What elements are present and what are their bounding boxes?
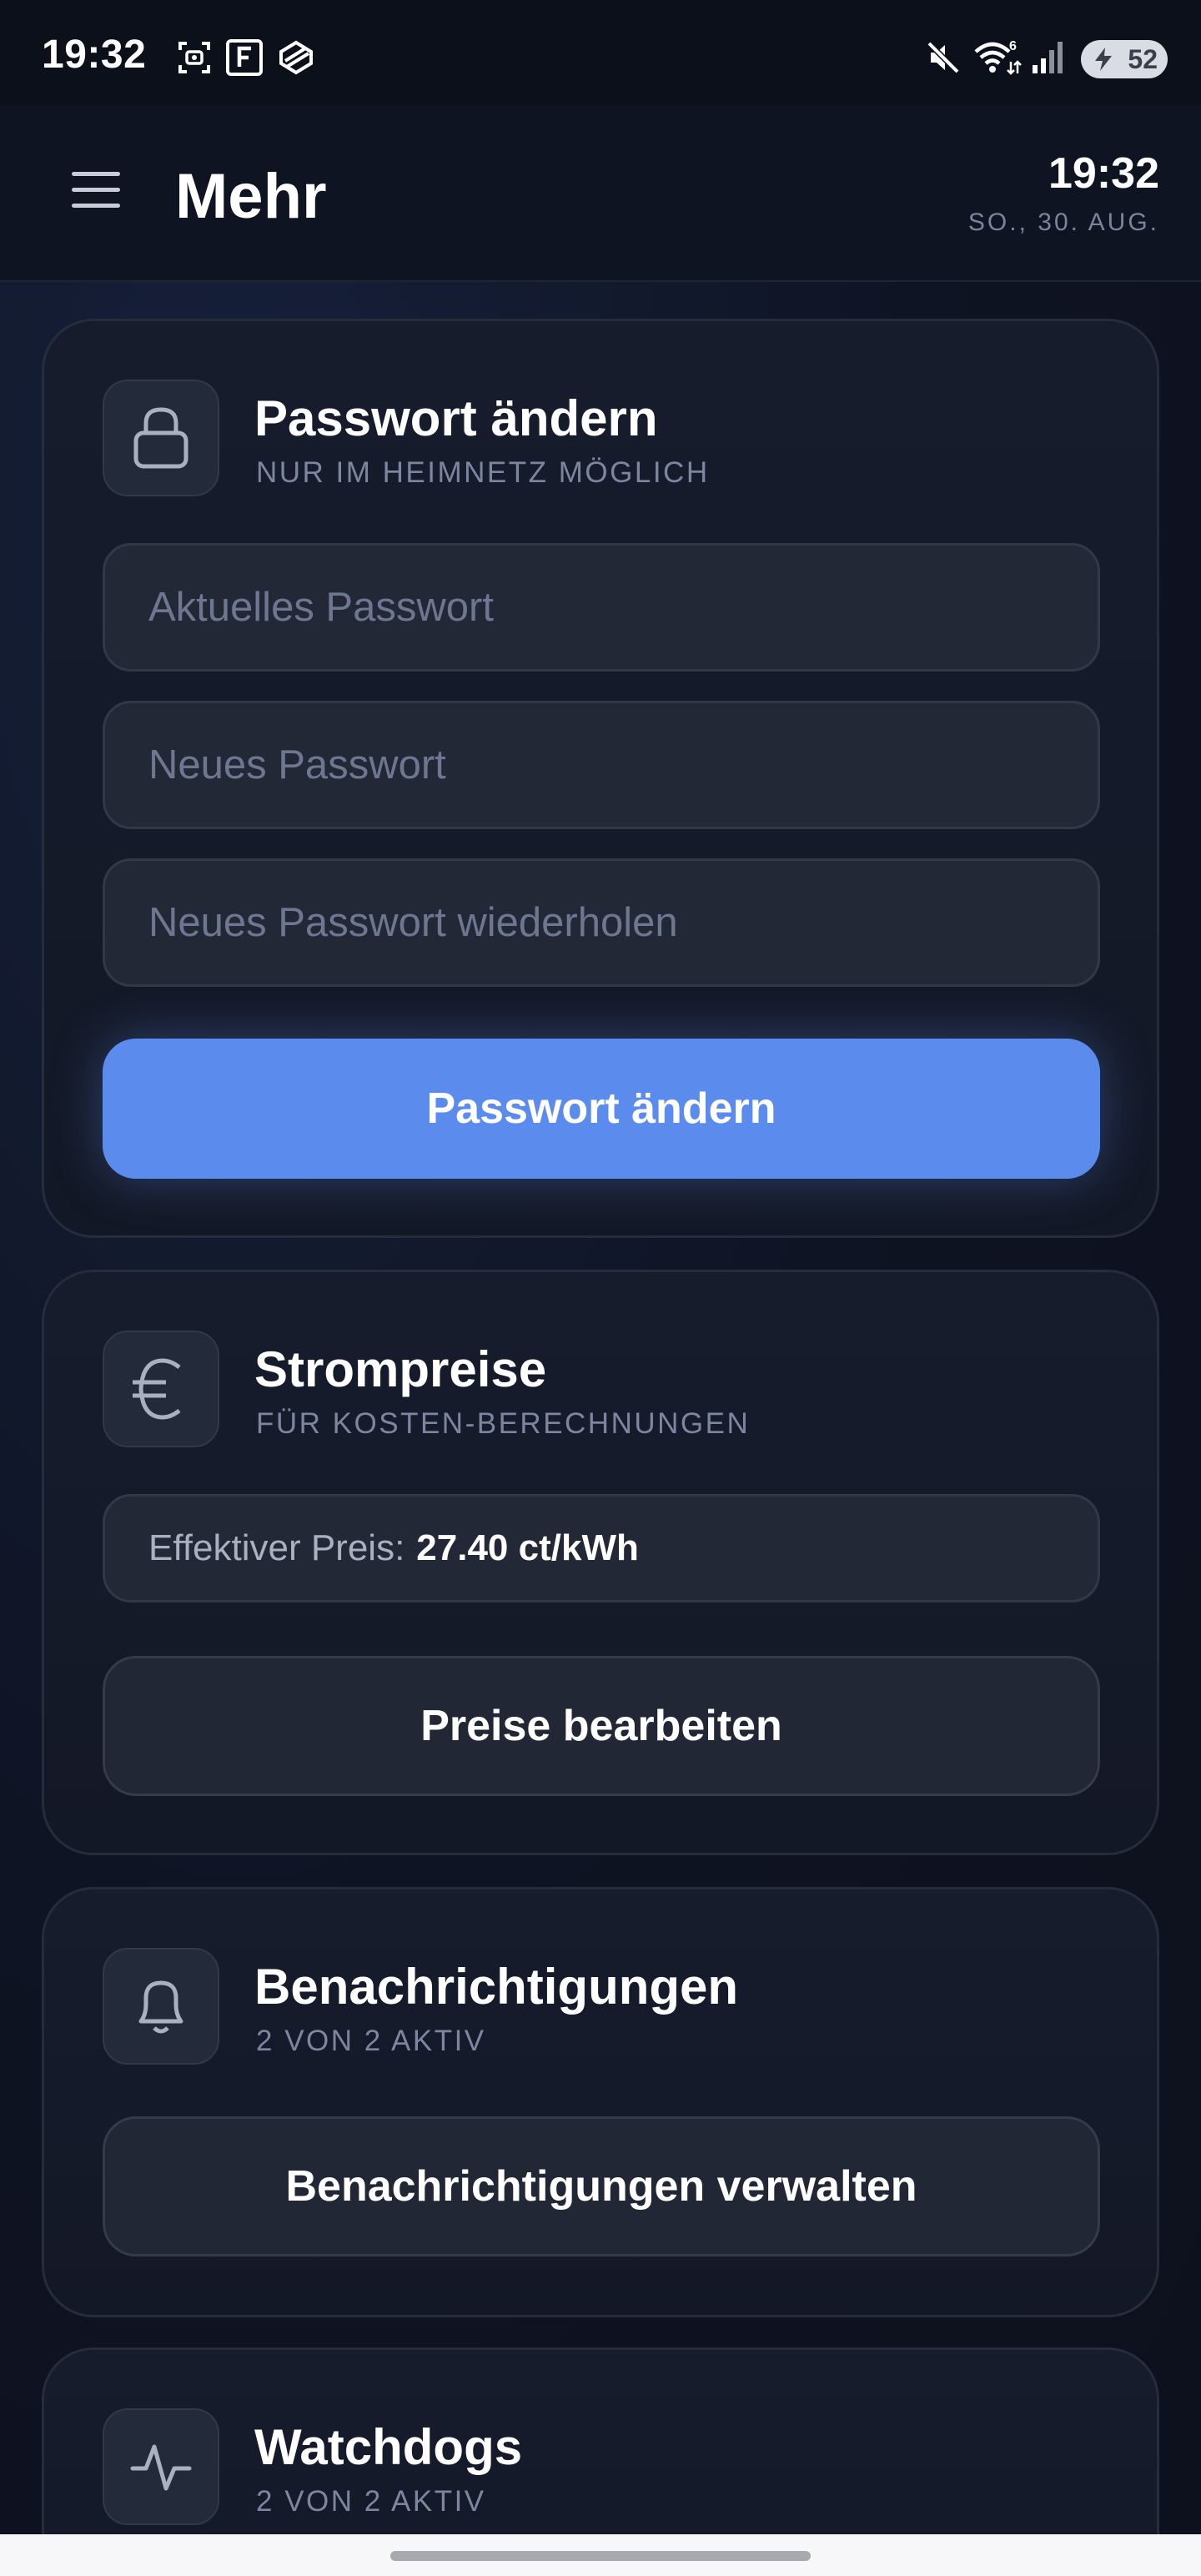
notifications-card-title: Benachrichtigungen [254,1959,739,2015]
password-card: Passwort ändern NUR IM HEIMNETZ MÖGLICH … [42,319,1159,1238]
status-bar: 19:32 6 52 [0,0,1201,105]
notifications-card-subtitle: 2 VON 2 AKTIV [256,2025,486,2057]
password-card-icon [103,380,219,496]
euro-icon [133,1358,181,1420]
price-card-icon [103,1331,219,1447]
lock-icon [133,407,188,469]
watchdogs-card-subtitle: 2 VON 2 AKTIV [256,2485,486,2518]
header-date: SO., 30. AUG. [967,209,1159,236]
notifications-card: Benachrichtigungen 2 VON 2 AKTIV Benachr… [42,1887,1159,2317]
watchdogs-card-title: Watchdogs [254,2419,523,2475]
menu-icon [72,172,120,176]
battery-level: 52 [1128,43,1158,74]
edit-prices-button[interactable]: Preise bearbeiten [103,1656,1100,1796]
home-handle[interactable] [390,2551,811,2561]
repeat-password-field[interactable]: Neues Passwort wiederholen [103,858,1100,987]
wifi-icon: 6 [974,39,1022,75]
password-card-title: Passwort ändern [254,390,658,446]
wifi-badge: 6 [1009,39,1017,53]
effective-price-row: Effektiver Preis: 27.40 ct/kWh [103,1494,1100,1602]
signal-icon [1033,42,1063,73]
price-card: Strompreise FÜR KOSTEN-BERECHNUNGEN Effe… [42,1270,1159,1855]
header-time: 19:32 [1048,149,1159,198]
battery-indicator: 52 [1081,40,1168,78]
bell-icon [138,1980,183,2034]
watchdogs-card-icon [103,2408,219,2525]
current-password-field[interactable]: Aktuelles Passwort [103,543,1100,672]
status-time: 19:32 [42,33,147,77]
effective-price-label: Effektiver Preis: [148,1527,405,1568]
gesture-navigation-bar [0,2534,1201,2576]
activity-icon [130,2444,192,2491]
f-app-icon [226,39,263,76]
price-card-title: Strompreise [254,1341,547,1397]
password-card-subtitle: NUR IM HEIMNETZ MÖGLICH [256,456,710,489]
box-app-icon [279,40,313,75]
charging-bolt-icon [1095,48,1112,71]
app-header: Mehr 19:32 SO., 30. AUG. [0,105,1201,282]
change-password-button[interactable]: Passwort ändern [103,1039,1100,1179]
new-password-field[interactable]: Neues Passwort [103,701,1100,829]
price-card-subtitle: FÜR KOSTEN-BERECHNUNGEN [256,1407,751,1440]
menu-button[interactable] [72,172,120,212]
screenshot-icon [178,42,210,73]
mute-icon [927,41,960,74]
notifications-card-icon [103,1948,219,2065]
effective-price-value: 27.40 ct/kWh [416,1527,639,1568]
page-title: Mehr [175,161,327,232]
manage-notifications-button[interactable]: Benachrichtigungen verwalten [103,2116,1100,2257]
